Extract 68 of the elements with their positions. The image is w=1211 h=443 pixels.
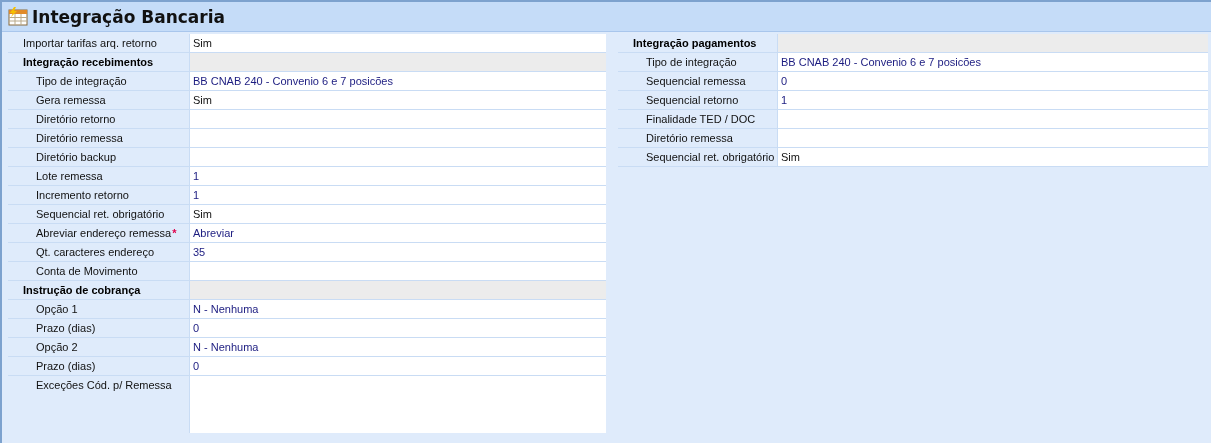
property-value-field[interactable] bbox=[190, 129, 606, 147]
property-label: Incremento retorno bbox=[36, 189, 129, 201]
property-label: Diretório backup bbox=[36, 151, 117, 163]
property-label: Tipo de integração bbox=[646, 56, 737, 68]
property-label: Prazo (dias) bbox=[36, 322, 96, 334]
property-value-field[interactable]: 1 bbox=[778, 91, 1208, 109]
property-value-field[interactable]: 35 bbox=[190, 243, 606, 261]
property-value-field[interactable] bbox=[190, 110, 606, 128]
property-label: Diretório remessa bbox=[36, 132, 123, 144]
property-value: 0 bbox=[193, 322, 200, 334]
property-label: Opção 1 bbox=[36, 303, 78, 315]
property-value: 0 bbox=[781, 75, 788, 87]
property-label: Lote remessa bbox=[36, 170, 103, 182]
property-label: Importar tarifas arq. retorno bbox=[23, 37, 157, 49]
property-value-field[interactable]: 1 bbox=[190, 186, 606, 204]
section-heading: Integração recebimentos bbox=[23, 56, 154, 68]
property-value-field[interactable]: BB CNAB 240 - Convenio 6 e 7 posicões bbox=[190, 72, 606, 90]
property-label: Opção 2 bbox=[36, 341, 78, 353]
property-value-field[interactable] bbox=[190, 376, 606, 433]
property-value: N - Nenhuma bbox=[193, 341, 259, 353]
property-label: Sequencial ret. obrigatório bbox=[646, 151, 775, 163]
property-value-field[interactable]: N - Nenhuma bbox=[190, 338, 606, 356]
property-value: Sim bbox=[193, 37, 212, 49]
property-value: N - Nenhuma bbox=[193, 303, 259, 315]
property-value-field[interactable]: N - Nenhuma bbox=[190, 300, 606, 318]
property-label: Exceções Cód. p/ Remessa bbox=[36, 379, 172, 391]
property-value: 35 bbox=[193, 246, 206, 258]
property-value: 1 bbox=[781, 94, 788, 106]
property-value: Sim bbox=[781, 151, 800, 163]
property-label: Tipo de integração bbox=[36, 75, 127, 87]
property-value-field[interactable] bbox=[190, 148, 606, 166]
property-value-field[interactable] bbox=[778, 129, 1208, 147]
property-label: Gera remessa bbox=[36, 94, 106, 106]
section-heading: Instrução de cobrança bbox=[23, 284, 141, 296]
property-label: Sequencial ret. obrigatório bbox=[36, 208, 165, 220]
property-value: 1 bbox=[193, 189, 200, 201]
required-mark: * bbox=[172, 227, 177, 239]
property-value: BB CNAB 240 - Convenio 6 e 7 posicões bbox=[193, 75, 393, 87]
property-value-field[interactable]: 0 bbox=[190, 319, 606, 337]
property-value-field[interactable]: BB CNAB 240 - Convenio 6 e 7 posicões bbox=[778, 53, 1208, 71]
window-title: Integração Bancaria bbox=[32, 6, 226, 27]
property-label: Conta de Movimento bbox=[36, 265, 138, 277]
property-label: Sequencial remessa bbox=[646, 75, 746, 87]
property-label: Prazo (dias) bbox=[36, 360, 96, 372]
table-icon bbox=[8, 6, 28, 27]
property-value-field[interactable]: Sim bbox=[190, 34, 606, 52]
property-value: 0 bbox=[193, 360, 200, 372]
property-value-field[interactable]: 1 bbox=[190, 167, 606, 185]
property-value-field[interactable]: 0 bbox=[190, 357, 606, 375]
section-heading: Integração pagamentos bbox=[633, 37, 757, 49]
property-label: Diretório retorno bbox=[36, 113, 116, 125]
property-value-field[interactable]: 0 bbox=[778, 72, 1208, 90]
property-value-field[interactable] bbox=[190, 262, 606, 280]
property-label: Qt. caracteres endereço bbox=[36, 246, 154, 258]
property-value: BB CNAB 240 - Convenio 6 e 7 posicões bbox=[781, 56, 981, 68]
property-value-field[interactable] bbox=[778, 110, 1208, 128]
property-value: Abreviar bbox=[193, 227, 234, 239]
property-label: Finalidade TED / DOC bbox=[646, 113, 756, 125]
property-label: Sequencial retorno bbox=[646, 94, 739, 106]
property-value: Sim bbox=[193, 208, 212, 220]
property-value-field[interactable]: Abreviar bbox=[190, 224, 606, 242]
property-value: Sim bbox=[193, 94, 212, 106]
property-value: 1 bbox=[193, 170, 200, 182]
property-label: Abreviar endereço remessa bbox=[36, 227, 172, 239]
property-value-field[interactable]: Sim bbox=[190, 205, 606, 223]
property-value-field[interactable]: Sim bbox=[190, 91, 606, 109]
property-label: Diretório remessa bbox=[646, 132, 733, 144]
property-value-field[interactable]: Sim bbox=[778, 148, 1208, 166]
